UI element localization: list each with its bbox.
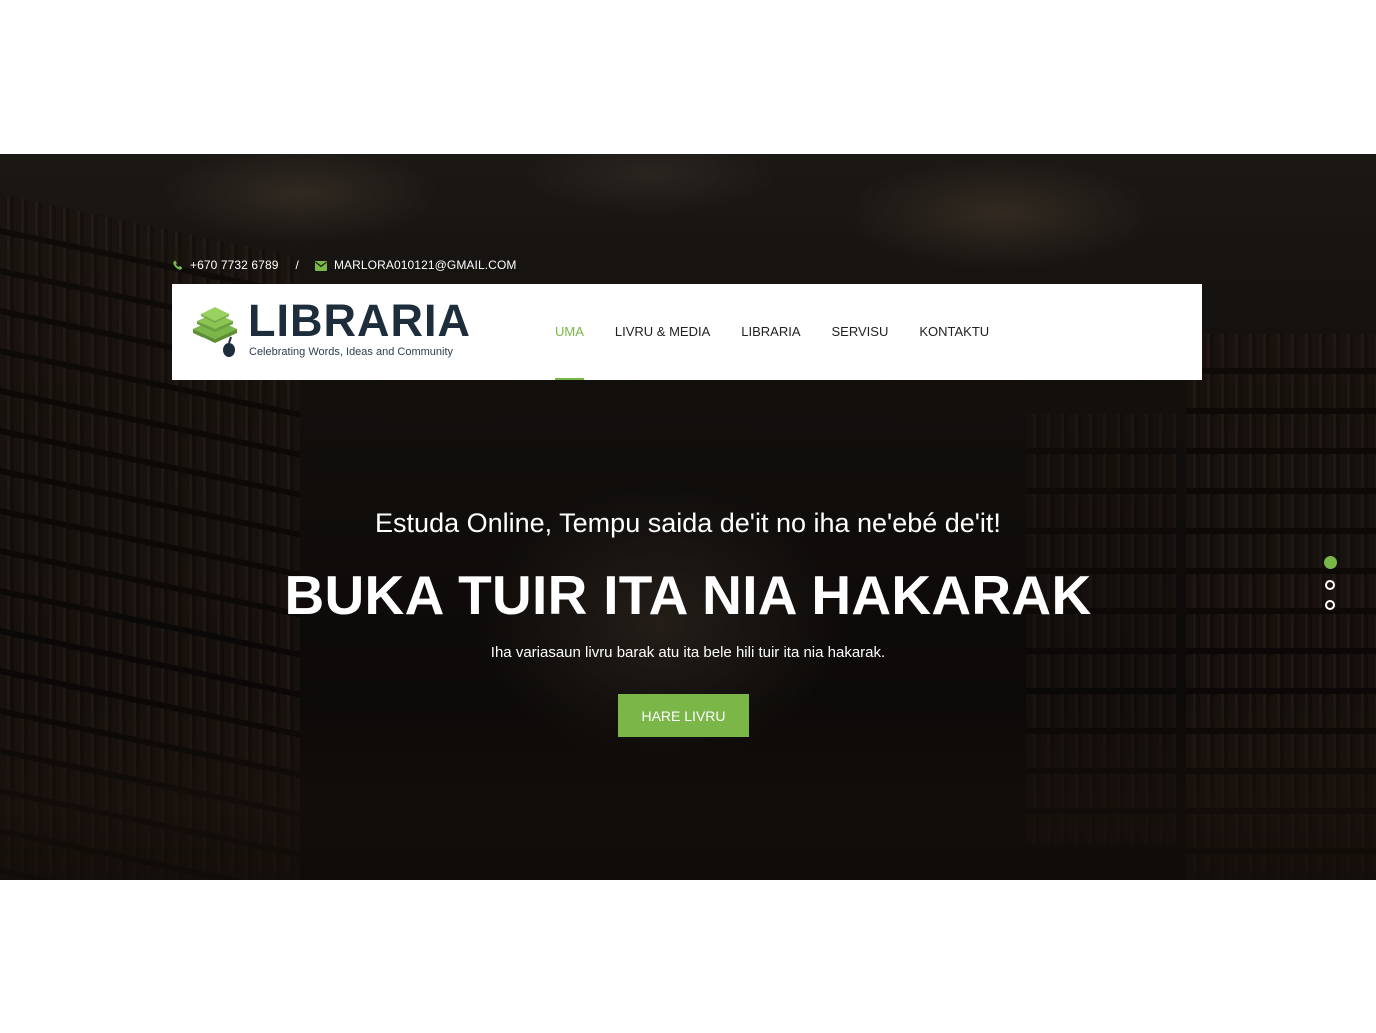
logo-title[interactable]: LIBRARIA [248,296,471,346]
slider-dot-1[interactable] [1324,556,1337,569]
hero-subtitle: Estuda Online, Tempu saida de'it no iha … [375,508,1001,538]
slider-dot-2[interactable] [1325,580,1335,590]
nav-item-kontaktu[interactable]: KONTAKTU [919,284,989,380]
hero-description: Iha variasaun livru barak atu ita bele h… [490,644,886,661]
nav-item-livru-media[interactable]: LIVRU & MEDIA [615,284,710,380]
stacked-books-logo-icon[interactable] [189,303,241,359]
hero-headline: BUKA TUIR ITA NIA HAKARAK [284,564,1092,626]
main-nav: UMA LIVRU & MEDIA LIBRARIA SERVISU KONTA… [555,284,1020,380]
nav-item-servisu[interactable]: SERVISU [832,284,889,380]
contact-bar: +670 7732 6789 / MARLORA010121@GMAIL.COM [172,257,516,273]
nav-item-uma[interactable]: UMA [555,284,584,380]
contact-phone[interactable]: +670 7732 6789 [190,258,279,272]
logo-tagline: Celebrating Words, Ideas and Community [249,346,454,358]
contact-email[interactable]: MARLORA010121@GMAIL.COM [334,258,517,272]
hare-livru-button[interactable]: HARE LIVRU [618,694,749,737]
nav-item-libraria[interactable]: LIBRARIA [741,284,800,380]
phone-icon [172,260,183,271]
site-header: LIBRARIA Celebrating Words, Ideas and Co… [172,284,1202,380]
contact-separator: / [295,258,299,272]
slider-dot-3[interactable] [1325,600,1335,610]
envelope-icon [314,260,327,271]
